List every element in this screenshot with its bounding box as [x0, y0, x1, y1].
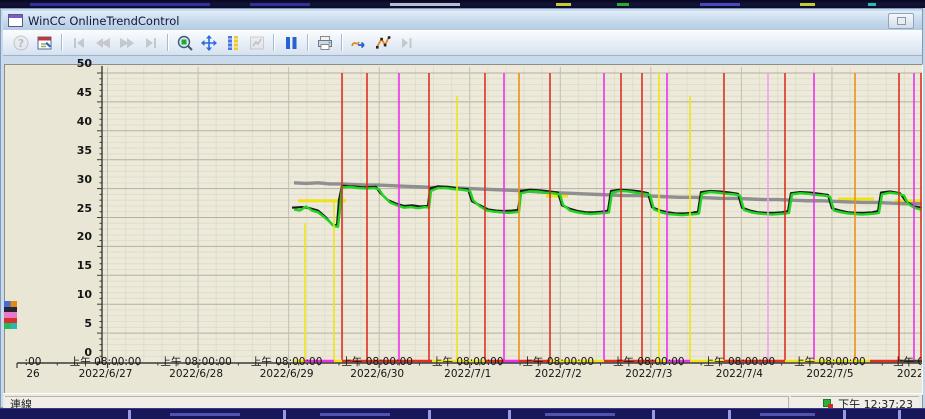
- close-icon: [897, 17, 906, 25]
- connect-dots-icon[interactable]: [372, 32, 394, 53]
- taskbar-divider: [728, 410, 731, 419]
- wincc-trend-window: WinCC OnlineTrendControl ? 連線 下午 12:37:2…: [0, 8, 923, 408]
- window-icon: [8, 14, 23, 27]
- background-text-blur: [868, 3, 876, 6]
- taskbar-divider: [508, 410, 511, 419]
- first-record-icon: [68, 32, 90, 53]
- window-title: WinCC OnlineTrendControl: [28, 14, 179, 28]
- trend-chart-area[interactable]: [4, 64, 923, 395]
- background-text-blur: [617, 3, 629, 6]
- toolbar-separator: [167, 34, 169, 51]
- background-text-blur: [700, 3, 740, 6]
- taskbar-divider: [843, 410, 846, 419]
- toolbar-separator: [273, 34, 275, 51]
- zoom-icon[interactable]: [174, 32, 196, 53]
- trend-legend-icon[interactable]: [4, 301, 17, 329]
- taskbar-divider: [652, 410, 655, 419]
- taskbar-divider: [128, 410, 131, 419]
- background-text-blur: [390, 3, 460, 6]
- screen: WinCC OnlineTrendControl ? 連線 下午 12:37:2…: [0, 0, 925, 419]
- print-icon[interactable]: [314, 32, 336, 53]
- select-trend-icon[interactable]: [348, 32, 370, 53]
- background-text-blur: [250, 3, 310, 6]
- properties-icon[interactable]: [34, 32, 56, 53]
- background-app-strip-top: [0, 0, 925, 8]
- svg-text:?: ?: [18, 37, 24, 50]
- background-text-blur: [556, 3, 571, 6]
- previous-record-icon: [92, 32, 114, 53]
- taskbar-divider: [283, 410, 286, 419]
- background-text-blur: [800, 3, 815, 6]
- statistics-icon: [246, 32, 268, 53]
- taskbar-divider: [898, 410, 901, 419]
- taskbar-text-blur: [760, 413, 815, 416]
- toolbar: ?: [3, 30, 922, 56]
- toolbar-separator: [307, 34, 309, 51]
- taskbar-text-blur: [320, 413, 390, 416]
- toolbar-separator: [341, 34, 343, 51]
- taskbar-text-blur: [545, 413, 615, 416]
- taskbar-divider: [428, 410, 431, 419]
- help-icon: ?: [10, 32, 32, 53]
- taskbar-text-blur: [170, 413, 240, 416]
- close-button[interactable]: [888, 13, 914, 29]
- background-app-strip-bottom: [0, 408, 925, 419]
- move-trend-icon[interactable]: [198, 32, 220, 53]
- last-record-icon: [140, 32, 162, 53]
- title-bar[interactable]: WinCC OnlineTrendControl: [3, 11, 922, 30]
- trend-chart-svg: [4, 64, 923, 395]
- next-record-icon: [116, 32, 138, 53]
- background-text-blur: [30, 3, 210, 6]
- pause-icon[interactable]: [280, 32, 302, 53]
- scale-icon[interactable]: [222, 32, 244, 53]
- export-data-icon: [396, 32, 418, 53]
- toolbar-separator: [61, 34, 63, 51]
